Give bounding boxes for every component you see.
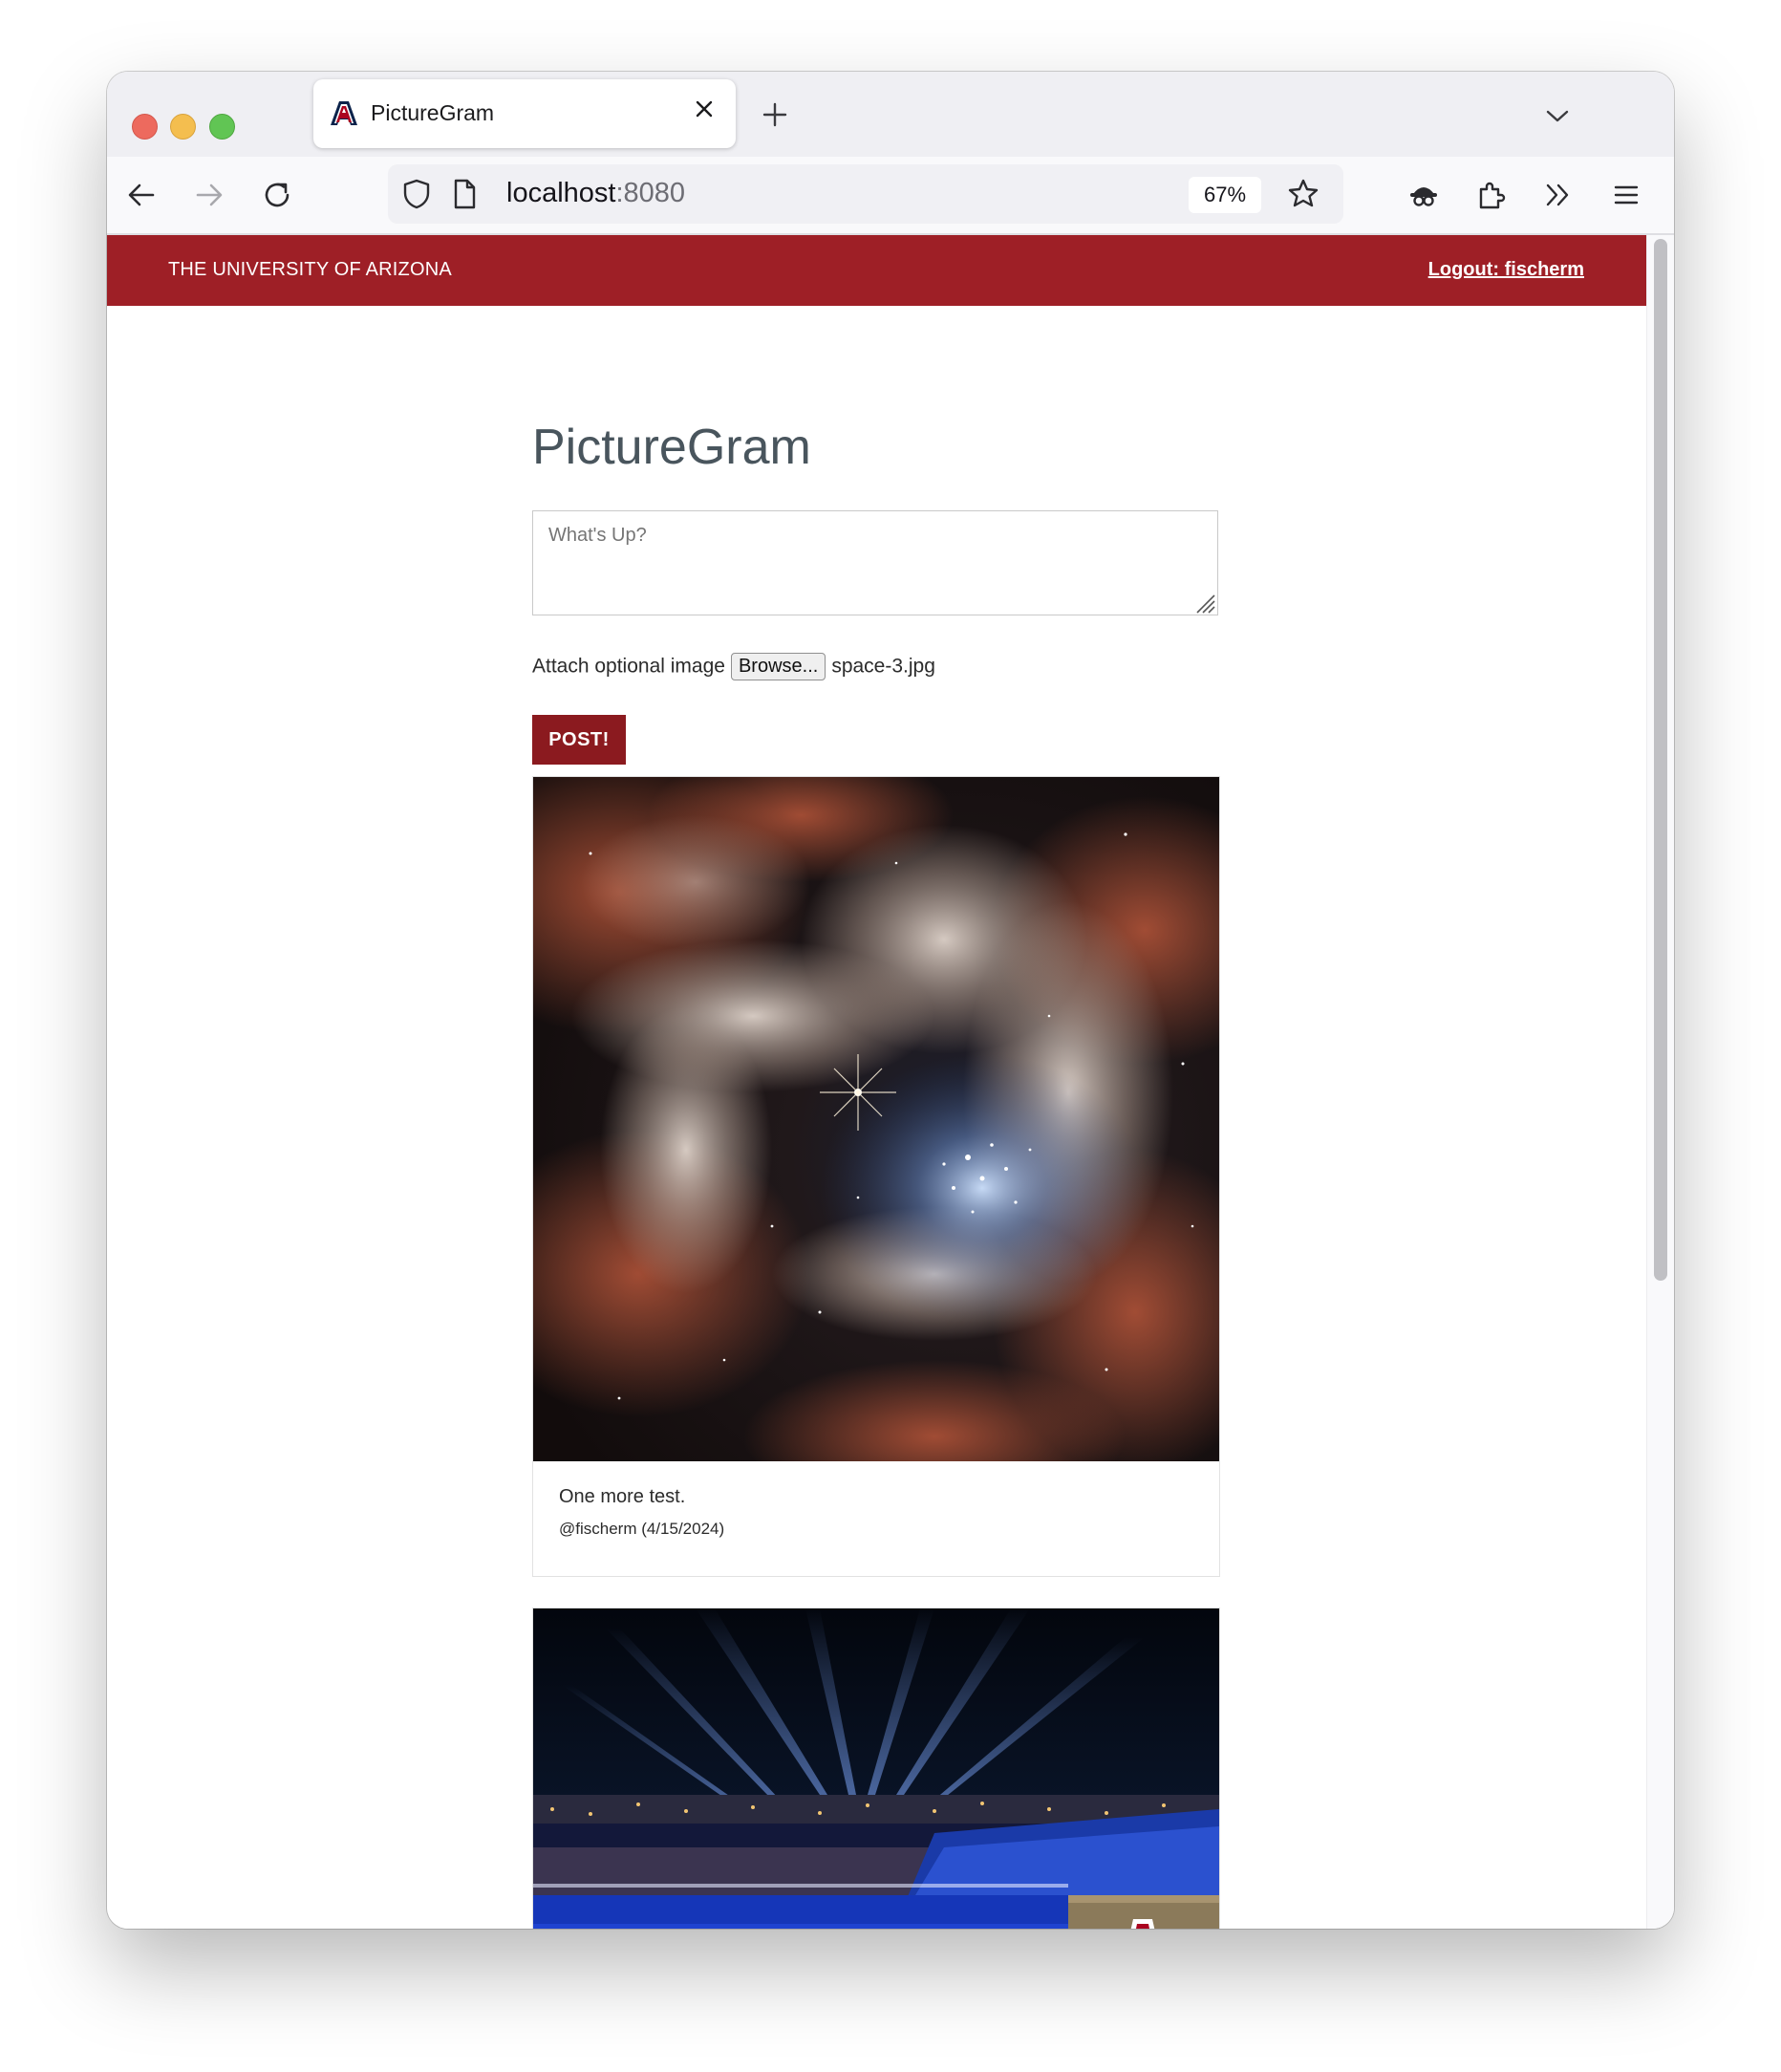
overflow-chevrons-icon[interactable]: [1540, 178, 1575, 212]
close-window-button[interactable]: [132, 114, 158, 140]
post-byline: @fischerm (4/15/2024): [559, 1520, 725, 1538]
post-card: One more test. @fischerm (4/15/2024): [532, 776, 1220, 1577]
url-text[interactable]: localhost:8080: [506, 178, 685, 209]
university-brand[interactable]: THE UNIVERSITY OF ARIZONA: [168, 259, 452, 281]
shield-icon[interactable]: [399, 177, 434, 211]
back-icon[interactable]: [124, 178, 159, 212]
resize-grip-icon[interactable]: [1194, 593, 1215, 614]
post-button[interactable]: POST!: [532, 715, 626, 765]
site-header: THE UNIVERSITY OF ARIZONA Logout: fische…: [107, 235, 1647, 306]
address-bar[interactable]: localhost:8080 67%: [388, 164, 1343, 224]
chevron-down-icon[interactable]: [1542, 100, 1573, 131]
close-tab-icon[interactable]: [690, 95, 719, 123]
extensions-puzzle-icon[interactable]: [1473, 178, 1508, 212]
navigation-toolbar: localhost:8080 67%: [107, 157, 1674, 235]
zoom-window-button[interactable]: [209, 114, 235, 140]
url-host: localhost: [506, 178, 616, 208]
university-a-logo-icon: [331, 101, 357, 125]
page-title: PictureGram: [532, 420, 811, 475]
nebula-photo: [533, 777, 1219, 1461]
browse-button[interactable]: Browse...: [730, 653, 826, 680]
scrollbar-thumb[interactable]: [1654, 239, 1667, 1281]
selected-file-name: space-3.jpg: [831, 655, 935, 678]
attach-label: Attach optional image: [532, 655, 725, 678]
minimize-window-button[interactable]: [170, 114, 196, 140]
tab-strip: PictureGram: [107, 72, 1674, 157]
page-icon: [454, 179, 476, 209]
tab-title: PictureGram: [371, 100, 495, 125]
attach-image-row: Attach optional image Browse... space-3.jp…: [532, 653, 935, 680]
browser-window: PictureGram localhost:8080 67% THE UNIVE…: [107, 72, 1674, 1929]
url-port: :8080: [615, 178, 686, 208]
logout-link[interactable]: Logout: fischerm: [1428, 259, 1584, 281]
scrollbar[interactable]: [1646, 235, 1674, 1929]
page-viewport: THE UNIVERSITY OF ARIZONA Logout: fische…: [107, 235, 1674, 1929]
tab-picturegram[interactable]: PictureGram: [313, 79, 736, 148]
reload-icon[interactable]: [260, 178, 294, 212]
menu-hamburger-icon[interactable]: [1609, 178, 1643, 212]
post-caption: One more test.: [559, 1486, 686, 1507]
forward-icon[interactable]: [192, 178, 226, 212]
stadium-night-photo: [533, 1608, 1219, 1929]
extension-spy-icon[interactable]: [1406, 178, 1441, 212]
bookmark-star-icon[interactable]: [1286, 177, 1320, 211]
post-card: [532, 1608, 1220, 1929]
post-text-input[interactable]: [532, 510, 1218, 615]
zoom-indicator[interactable]: 67%: [1189, 177, 1261, 213]
new-tab-icon[interactable]: [759, 98, 791, 131]
